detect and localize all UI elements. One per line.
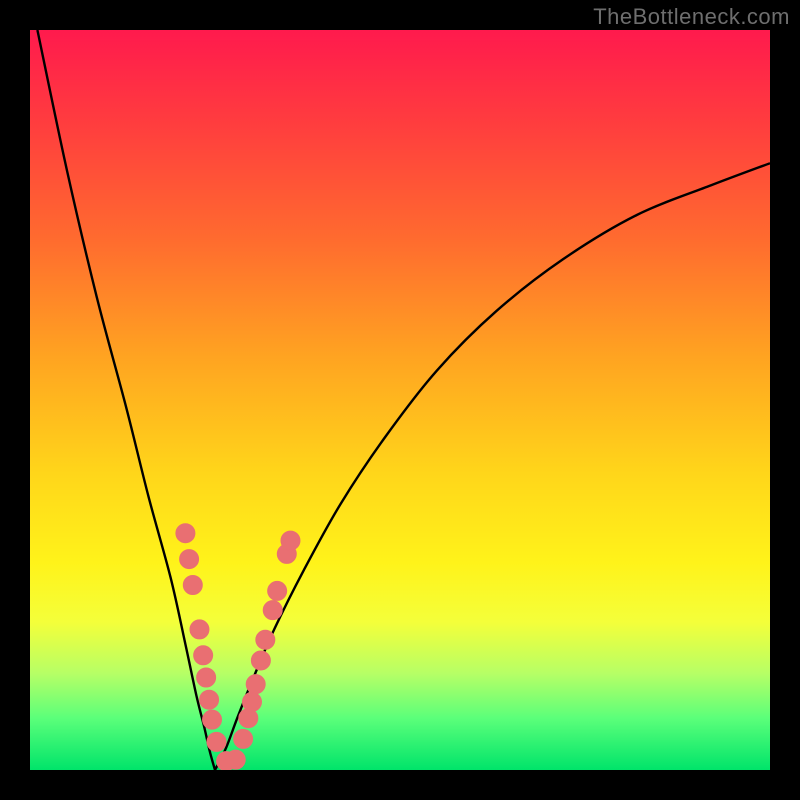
- chart-frame: TheBottleneck.com: [0, 0, 800, 800]
- marker-dot: [246, 675, 265, 694]
- marker-dot: [268, 581, 287, 600]
- marker-dot: [183, 576, 202, 595]
- marker-dot: [197, 668, 216, 687]
- marker-dot: [203, 710, 222, 729]
- marker-dot: [243, 692, 262, 711]
- marker-dot: [239, 709, 258, 728]
- marker-dot: [256, 630, 275, 649]
- curve-right: [215, 163, 770, 770]
- watermark-text: TheBottleneck.com: [593, 4, 790, 30]
- marker-dot: [194, 646, 213, 665]
- marker-dot: [251, 651, 270, 670]
- marker-dot: [180, 550, 199, 569]
- curve-left: [37, 30, 215, 770]
- marker-dot: [190, 620, 209, 639]
- marker-dot: [176, 524, 195, 543]
- marker-dot: [263, 601, 282, 620]
- marker-dot: [207, 732, 226, 751]
- marker-dot: [226, 750, 245, 769]
- chart-svg: [30, 30, 770, 770]
- marker-dot: [200, 690, 219, 709]
- marker-dot: [281, 531, 300, 550]
- plot-area: [30, 30, 770, 770]
- marker-group: [176, 524, 300, 770]
- marker-dot: [234, 729, 253, 748]
